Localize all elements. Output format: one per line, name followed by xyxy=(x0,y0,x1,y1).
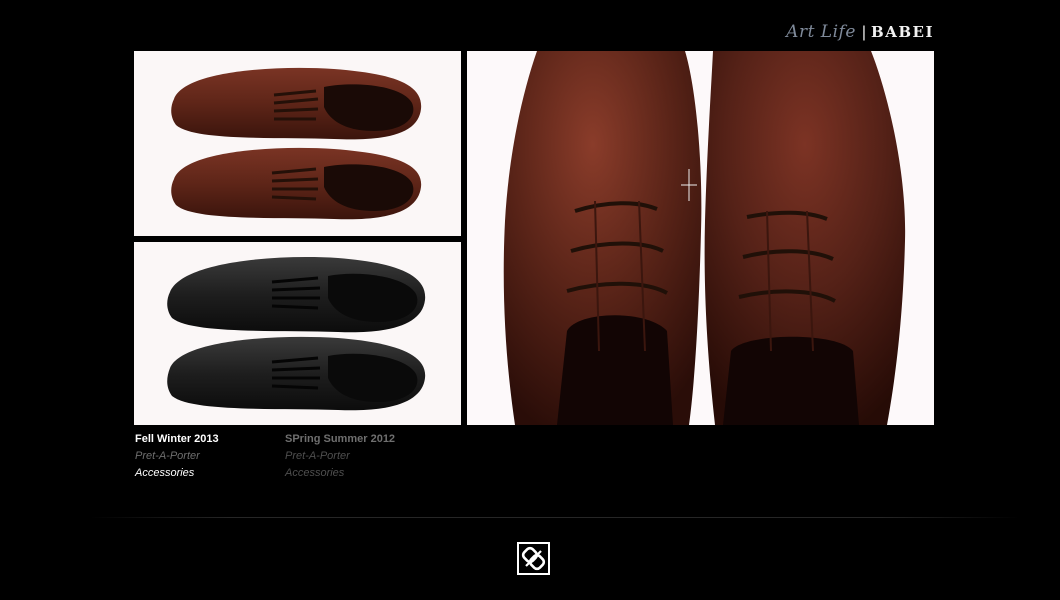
brand-art-life: Art Life xyxy=(786,22,856,42)
collection-spring-summer-2012: SPring Summer 2012 Pret-A-Porter Accesso… xyxy=(285,431,395,482)
menu-item-pret-a-porter[interactable]: Pret-A-Porter xyxy=(135,448,219,465)
collection-title[interactable]: Fell Winter 2013 xyxy=(135,431,219,448)
monogram-logo-icon[interactable] xyxy=(517,542,550,575)
brand-separator: | xyxy=(861,24,867,41)
menu-item-accessories[interactable]: Accessories xyxy=(285,465,395,482)
page: Art Life | BABEI Fell Winter 2013 Pret-A… xyxy=(0,0,1060,600)
brand-logo[interactable]: Art Life | BABEI xyxy=(786,22,934,44)
product-photo-black-pair[interactable] xyxy=(134,242,461,425)
footer-divider xyxy=(90,517,1020,518)
brand-name: BABEI xyxy=(871,23,934,41)
collection-title[interactable]: SPring Summer 2012 xyxy=(285,431,395,448)
product-photo-closeup[interactable] xyxy=(467,51,934,425)
menu-item-pret-a-porter[interactable]: Pret-A-Porter xyxy=(285,448,395,465)
menu-item-accessories[interactable]: Accessories xyxy=(135,465,219,482)
product-photo-brown-pair[interactable] xyxy=(134,51,461,236)
collection-fall-winter-2013: Fell Winter 2013 Pret-A-Porter Accessori… xyxy=(135,431,219,482)
